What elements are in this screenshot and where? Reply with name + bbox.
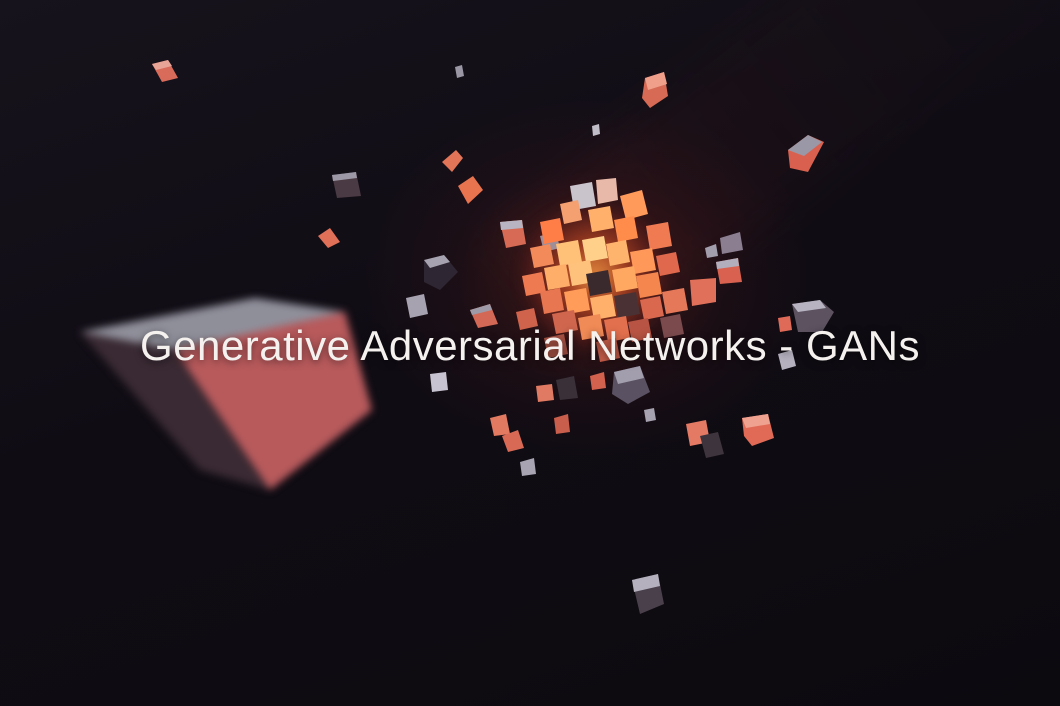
cube (520, 458, 536, 476)
cube (705, 244, 718, 258)
cube (554, 414, 570, 434)
cube (455, 65, 464, 78)
cube (424, 255, 458, 290)
cube (716, 258, 742, 284)
cube (632, 574, 664, 614)
cube (332, 172, 361, 198)
cube (430, 372, 448, 392)
cube (612, 366, 650, 404)
hero-image: Generative Adversarial Networks - GANs (0, 0, 1060, 706)
cube (690, 278, 716, 306)
cube (490, 414, 510, 436)
cube (592, 124, 600, 136)
cube (152, 60, 178, 82)
cube (442, 150, 463, 172)
cube (720, 232, 743, 254)
cube (318, 228, 340, 248)
cube (742, 414, 774, 446)
cube (788, 135, 824, 172)
cube (458, 176, 483, 204)
cube (536, 384, 554, 402)
cube (644, 408, 656, 422)
cube (406, 294, 428, 318)
cube (590, 372, 606, 390)
cube (642, 72, 668, 108)
cube (556, 376, 578, 400)
cube (686, 420, 724, 458)
cube (500, 220, 526, 248)
page-title: Generative Adversarial Networks - GANs (140, 322, 920, 369)
